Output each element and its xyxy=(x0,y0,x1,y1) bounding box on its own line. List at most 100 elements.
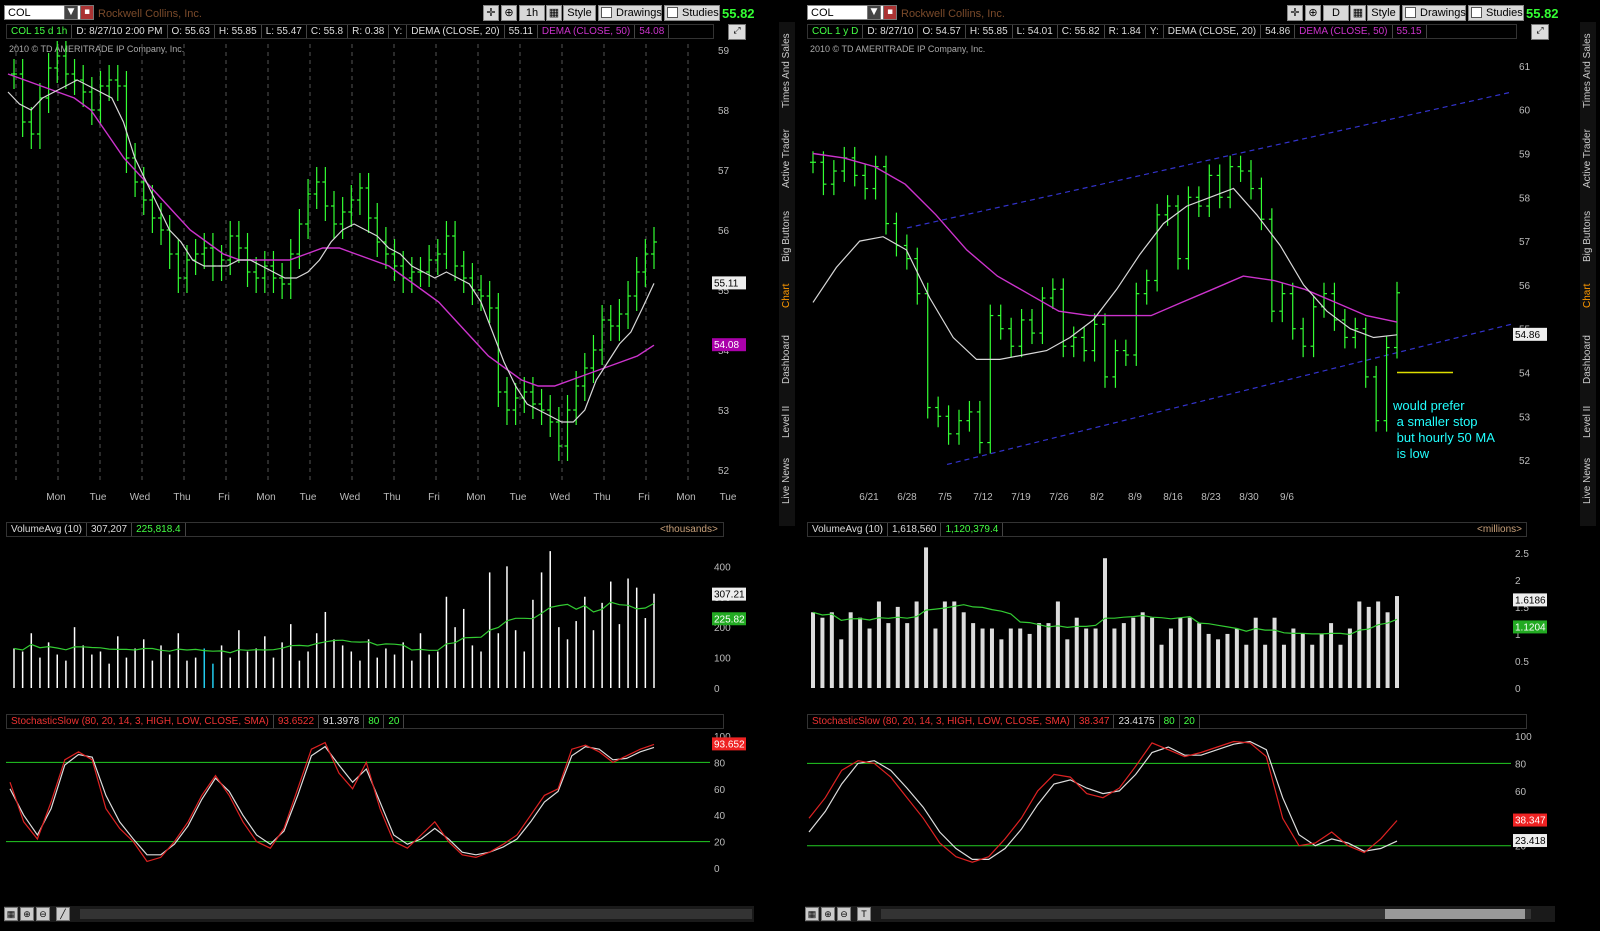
right-zoom-in-button[interactable]: ⊕ xyxy=(821,907,835,921)
x-tick-label: Tue xyxy=(510,492,527,503)
left-grid-button[interactable]: ▦ xyxy=(4,907,18,921)
right-aggregation-icon[interactable]: ▦ xyxy=(1350,5,1366,21)
right-zoom-button[interactable]: ⊕ xyxy=(1305,5,1321,21)
studies-icon xyxy=(1471,7,1482,18)
y-tick-label: 61 xyxy=(1519,62,1531,73)
left-zoom-button[interactable]: ⊕ xyxy=(501,5,517,21)
info-field: D: 8/27/10 xyxy=(863,25,919,38)
side-tab-level-ii[interactable]: Level II xyxy=(779,392,795,442)
x-tick-label: 8/23 xyxy=(1201,492,1221,503)
info-field: COL 15 d 1h xyxy=(7,25,73,38)
left-scrollbar[interactable] xyxy=(80,909,752,919)
side-tab-active-trader[interactable]: Active Trader xyxy=(779,116,795,192)
left-studies-button[interactable]: Studies xyxy=(664,5,720,21)
left-link-icon[interactable]: ▪ xyxy=(80,5,94,20)
volume-bar xyxy=(1347,628,1352,688)
left-symbol-dropdown-icon[interactable]: ▼ xyxy=(64,5,78,20)
side-tab-active-trader[interactable]: Active Trader xyxy=(1580,116,1596,192)
side-tab-chart[interactable]: Chart xyxy=(1580,270,1596,312)
y-tick-label: 60 xyxy=(1519,106,1531,117)
left-drawings-button[interactable]: Drawings xyxy=(598,5,662,21)
x-tick-label: 8/30 xyxy=(1239,492,1259,503)
volume-bar xyxy=(1206,633,1211,688)
volume-bar xyxy=(980,628,985,688)
right-bottom-bar: ▦ ⊕ ⊖ T xyxy=(805,906,1555,922)
volume-bar xyxy=(1291,628,1296,688)
side-tab-live-news[interactable]: Live News xyxy=(779,446,795,508)
volume-bar xyxy=(1065,639,1070,688)
side-tab-times-and-sales[interactable]: Times And Sales xyxy=(779,26,795,112)
right-drawings-button[interactable]: Drawings xyxy=(1402,5,1466,21)
x-tick-label: Fri xyxy=(638,492,650,503)
x-tick-label: 9/6 xyxy=(1280,492,1294,503)
left-zoom-out-button[interactable]: ⊖ xyxy=(36,907,50,921)
right-zoom-out-button[interactable]: ⊖ xyxy=(837,907,851,921)
side-tab-chart[interactable]: Chart xyxy=(779,270,795,312)
right-link-icon[interactable]: ▪ xyxy=(883,5,897,20)
info-field: L: 55.47 xyxy=(262,25,307,38)
right-settings-icon[interactable]: ⤢ xyxy=(1531,24,1549,40)
volume-avg-tag: 225.82 xyxy=(714,614,745,625)
y-tick-label: 56 xyxy=(718,226,730,237)
y-tick-label: 59 xyxy=(1519,150,1531,161)
info-field: DEMA (CLOSE, 20) xyxy=(407,25,505,38)
side-tab-dashboard[interactable]: Dashboard xyxy=(1580,316,1596,388)
side-tab-label: Level II xyxy=(781,405,792,438)
side-tab-label: Times And Sales xyxy=(1582,33,1593,108)
right-grid-button[interactable]: ▦ xyxy=(805,907,819,921)
volume-bar xyxy=(1112,628,1117,688)
left-style-button[interactable]: Style xyxy=(563,5,596,21)
volume-bar xyxy=(924,547,929,688)
volume-bar xyxy=(858,617,863,688)
volume-bar xyxy=(1187,617,1192,688)
left-aggregation-button[interactable]: 1h xyxy=(519,5,545,21)
volume-bar xyxy=(1366,606,1371,688)
info-field: 23.4175 xyxy=(1114,715,1160,728)
x-tick-label: Mon xyxy=(256,492,275,503)
side-tab-live-news[interactable]: Live News xyxy=(1580,446,1596,508)
volume-bar xyxy=(820,617,825,688)
volume-bar xyxy=(867,628,872,688)
volume-bar xyxy=(1376,601,1381,688)
left-crosshair-button[interactable]: ✛ xyxy=(483,5,499,21)
info-field: DEMA (CLOSE, 20) xyxy=(1164,25,1262,38)
side-tab-dashboard[interactable]: Dashboard xyxy=(779,316,795,388)
right-symbol-dropdown-icon[interactable]: ▼ xyxy=(867,5,881,20)
volume-bar xyxy=(811,612,815,688)
left-draw-line-button[interactable]: ╱ xyxy=(56,907,70,921)
side-tab-times-and-sales[interactable]: Times And Sales xyxy=(1580,26,1596,112)
volume-bar xyxy=(1140,612,1145,688)
y-tick-label: 20 xyxy=(714,838,726,849)
x-tick-label: Wed xyxy=(340,492,360,503)
volume-bar xyxy=(839,639,844,688)
left-aggregation-icon[interactable]: ▦ xyxy=(546,5,562,21)
right-style-button[interactable]: Style xyxy=(1367,5,1400,21)
right-crosshair-button[interactable]: ✛ xyxy=(1287,5,1303,21)
volume-bar xyxy=(829,612,834,688)
stoch-k-line xyxy=(808,740,1398,863)
x-tick-label: 7/19 xyxy=(1011,492,1031,503)
right-scroll-thumb[interactable] xyxy=(1385,909,1525,919)
y-tick-label: 60 xyxy=(714,785,726,796)
left-price-chart: Mon Tue Wed Thu Fri Mon Tue Wed Thu Fri Mon Tue Wed T… xyxy=(7,41,746,503)
volume-bar xyxy=(1093,628,1098,688)
side-tab-big-buttons[interactable]: Big Buttons xyxy=(779,196,795,266)
stoch-d-tag: 23.418 xyxy=(1515,836,1546,847)
dema20-tag: 54.86 xyxy=(1515,330,1540,341)
info-field: COL 1 y D xyxy=(808,25,864,38)
left-settings-icon[interactable]: ⤢ xyxy=(728,24,746,40)
left-toolbar: COL ▼ ▪ Rockwell Collins, Inc. ✛ ⊕ 1h ▦ … xyxy=(0,2,762,22)
volume-tag: 1.6186 xyxy=(1515,595,1546,606)
right-aggregation-button[interactable]: D xyxy=(1323,5,1349,21)
side-tab-big-buttons[interactable]: Big Buttons xyxy=(1580,196,1596,266)
x-tick-label: 8/2 xyxy=(1090,492,1104,503)
side-tab-level-ii[interactable]: Level II xyxy=(1580,392,1596,442)
right-chart-pane: COL ▼ ▪ Rockwell Collins, Inc. ✛ ⊕ D ▦ S… xyxy=(801,0,1565,931)
right-text-button[interactable]: T xyxy=(857,907,871,921)
info-field: DEMA (CLOSE, 50) xyxy=(538,25,636,38)
right-studies-button[interactable]: Studies xyxy=(1468,5,1524,21)
left-zoom-in-button[interactable]: ⊕ xyxy=(20,907,34,921)
left-side-tabs: Times And Sales Active Trader Big Buttons C… xyxy=(779,22,795,526)
info-field: 55.11 xyxy=(505,25,538,38)
info-field: 93.6522 xyxy=(274,715,320,728)
